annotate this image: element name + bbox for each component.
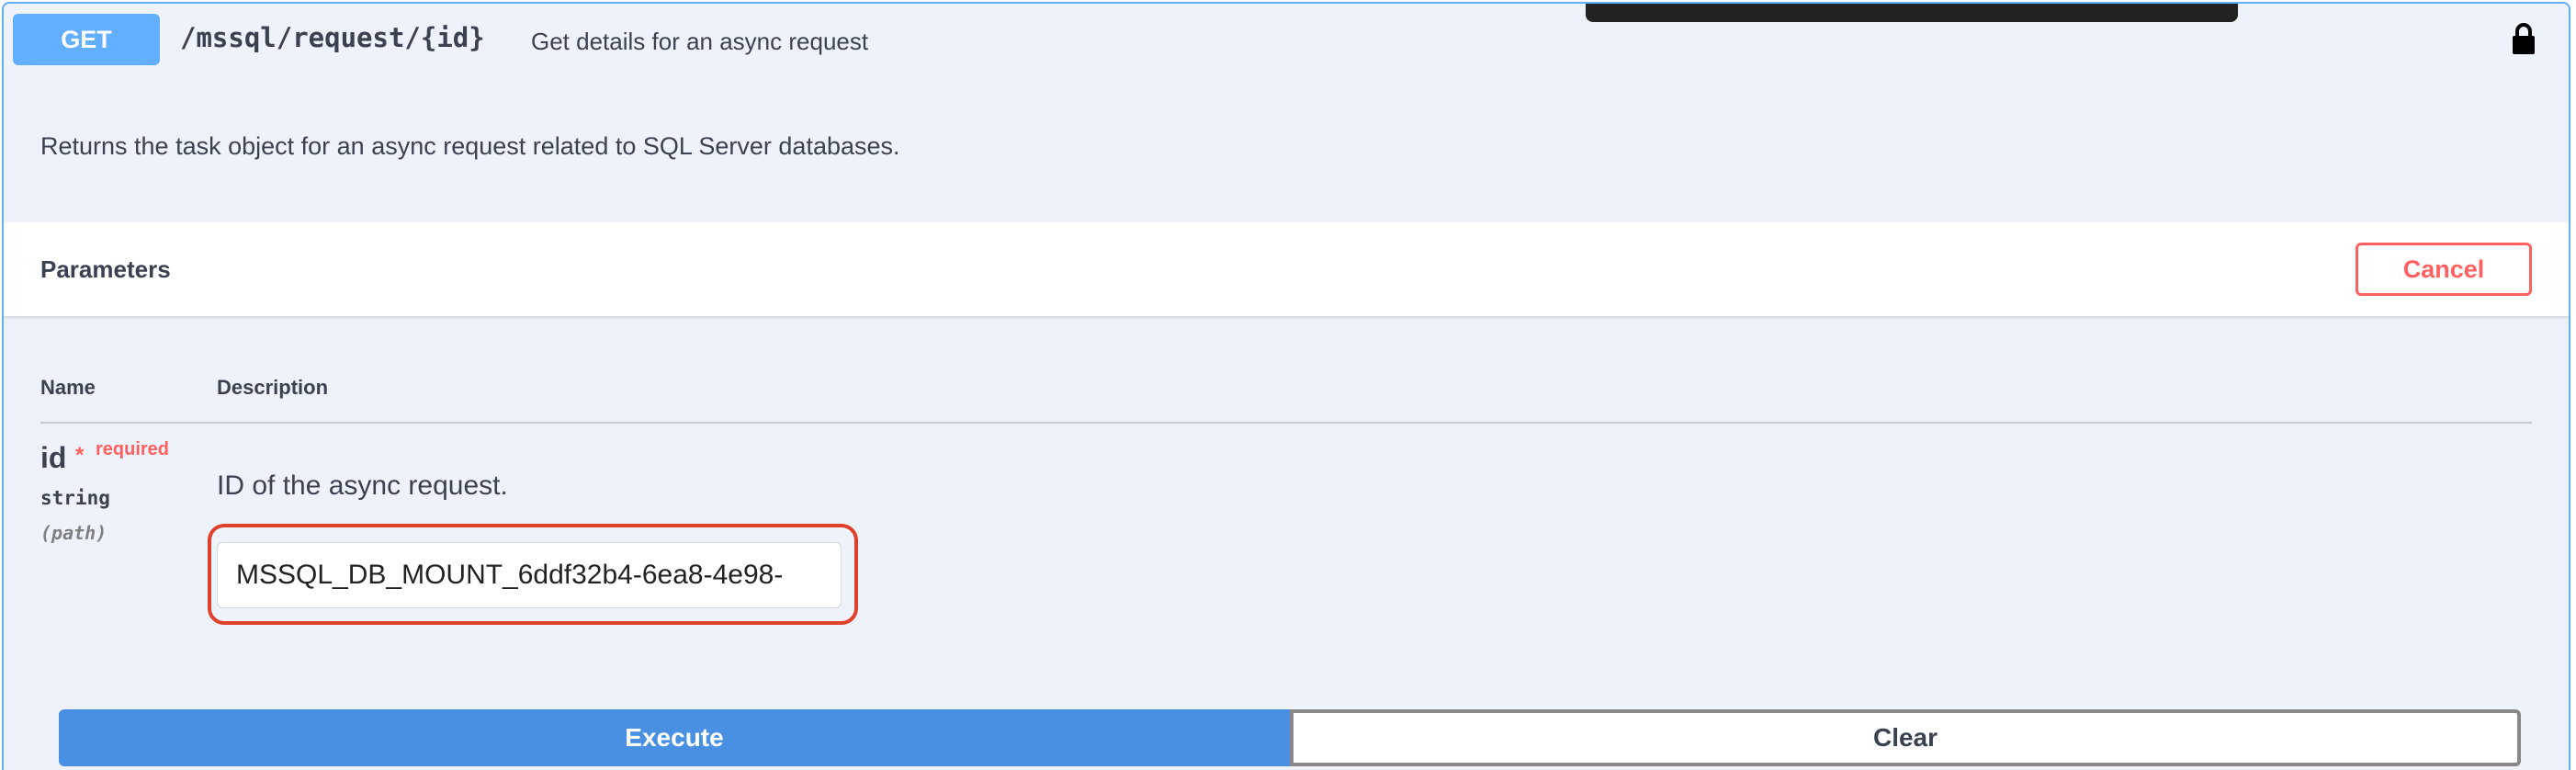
method-badge: GET	[13, 14, 160, 65]
column-header-name: Name	[40, 376, 96, 399]
parameter-name: id	[40, 441, 67, 474]
clear-button[interactable]: Clear	[1290, 709, 2521, 766]
execute-button[interactable]: Execute	[59, 709, 1290, 766]
cancel-button[interactable]: Cancel	[2356, 243, 2532, 296]
header-divider	[40, 422, 2532, 424]
operation-block: GET /mssql/request/{id} Get details for …	[2, 2, 2570, 770]
id-input[interactable]	[217, 542, 842, 608]
parameter-type: string	[40, 487, 110, 509]
operation-summary[interactable]: GET /mssql/request/{id} Get details for …	[4, 4, 2569, 75]
lock-icon[interactable]	[2510, 22, 2537, 55]
parameters-title: Parameters	[40, 255, 171, 283]
parameters-header: Parameters Cancel	[4, 222, 2569, 316]
operation-summary-text: Get details for an async request	[531, 28, 869, 55]
required-label: required	[96, 439, 170, 459]
parameter-location: (path)	[40, 522, 107, 544]
operation-description: Returns the task object for an async req…	[40, 132, 900, 160]
execute-wrapper: Execute Clear	[59, 709, 2521, 766]
operation-path: /mssql/request/{id}	[180, 22, 485, 53]
column-header-description: Description	[217, 376, 329, 399]
parameter-description: ID of the async request.	[217, 470, 508, 501]
required-star: *	[75, 443, 85, 468]
